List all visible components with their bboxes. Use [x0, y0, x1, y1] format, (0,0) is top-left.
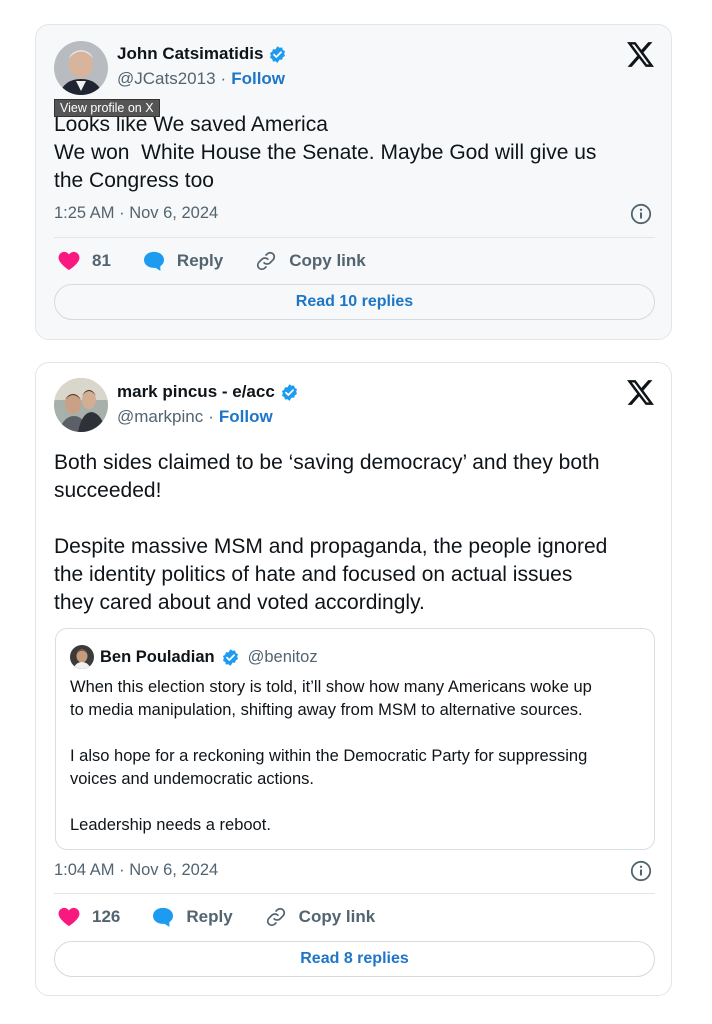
link-icon [257, 251, 276, 271]
divider [54, 893, 655, 894]
profile-tooltip: View profile on X [54, 99, 160, 117]
handle[interactable]: @JCats2013 [117, 69, 216, 89]
divider [54, 237, 655, 238]
author-name[interactable]: mark pincus - e/acc [117, 382, 275, 402]
copy-link-label: Copy link [298, 907, 376, 926]
tweet-text: Both sides claimed to be ‘saving democra… [54, 451, 608, 614]
like-count: 81 [92, 251, 111, 270]
action-bar: 126 Reply Copy link [58, 904, 407, 930]
copy-link-button[interactable]: Copy link [265, 906, 376, 928]
author-row: mark pincus - e/acc [117, 382, 299, 402]
read-replies-button[interactable]: Read 10 replies [54, 284, 655, 320]
quoted-text: When this election story is told, it’ll … [70, 678, 592, 834]
copy-link-button[interactable]: Copy link [255, 250, 366, 272]
avatar-image [54, 41, 108, 95]
reply-bubble-icon [153, 907, 174, 927]
info-icon[interactable] [630, 860, 652, 882]
avatar[interactable] [54, 41, 108, 95]
verified-badge-icon [280, 383, 299, 402]
reply-label: Reply [186, 907, 233, 926]
timestamp[interactable]: 1:04 AM · Nov 6, 2024 [54, 861, 218, 880]
reply-label: Reply [176, 251, 224, 270]
copy-link-label: Copy link [289, 251, 366, 270]
quoted-tweet[interactable]: Ben Pouladian @benitoz When this electio… [55, 628, 655, 850]
like-button[interactable]: 126 [58, 907, 120, 927]
handle-row: @JCats2013 · Follow [117, 69, 285, 89]
separator: · [208, 407, 214, 426]
reply-button[interactable]: Reply [152, 907, 233, 927]
action-bar: 81 Reply Copy link [58, 248, 398, 274]
quoted-handle: @benitoz [247, 647, 318, 666]
author-name[interactable]: John Catsimatidis [117, 44, 263, 64]
quoted-author-row: Ben Pouladian @benitoz [70, 645, 318, 669]
x-logo-icon[interactable] [627, 380, 654, 405]
handle-row: @markpinc · Follow [117, 407, 273, 427]
like-count: 126 [92, 907, 121, 926]
timestamp[interactable]: 1:25 AM · Nov 6, 2024 [54, 204, 218, 223]
quoted-avatar [70, 645, 94, 669]
x-logo-icon[interactable] [627, 42, 654, 67]
tweet-card-2: mark pincus - e/acc @markpinc · Follow B… [35, 362, 672, 996]
like-button[interactable]: 81 [58, 251, 111, 271]
info-icon[interactable] [630, 203, 652, 225]
link-icon [266, 907, 285, 927]
heart-icon [58, 251, 80, 271]
verified-badge-icon [268, 45, 287, 64]
follow-button[interactable]: Follow [231, 69, 285, 89]
tweet-card-1: John Catsimatidis @JCats2013 · Follow Lo… [35, 24, 672, 340]
separator: · [220, 69, 227, 88]
tweet-text: Looks like We saved America We won White… [54, 113, 597, 192]
handle[interactable]: @markpinc [117, 407, 203, 427]
avatar-image [54, 378, 108, 432]
heart-icon [58, 907, 80, 927]
author-row: John Catsimatidis [117, 44, 287, 64]
reply-bubble-icon [143, 251, 164, 271]
reply-button[interactable]: Reply [143, 251, 223, 271]
read-replies-button[interactable]: Read 8 replies [54, 941, 655, 977]
avatar[interactable] [54, 378, 108, 432]
quoted-author-name: Ben Pouladian [100, 647, 215, 666]
follow-button[interactable]: Follow [219, 407, 273, 427]
verified-badge-icon [221, 648, 240, 667]
